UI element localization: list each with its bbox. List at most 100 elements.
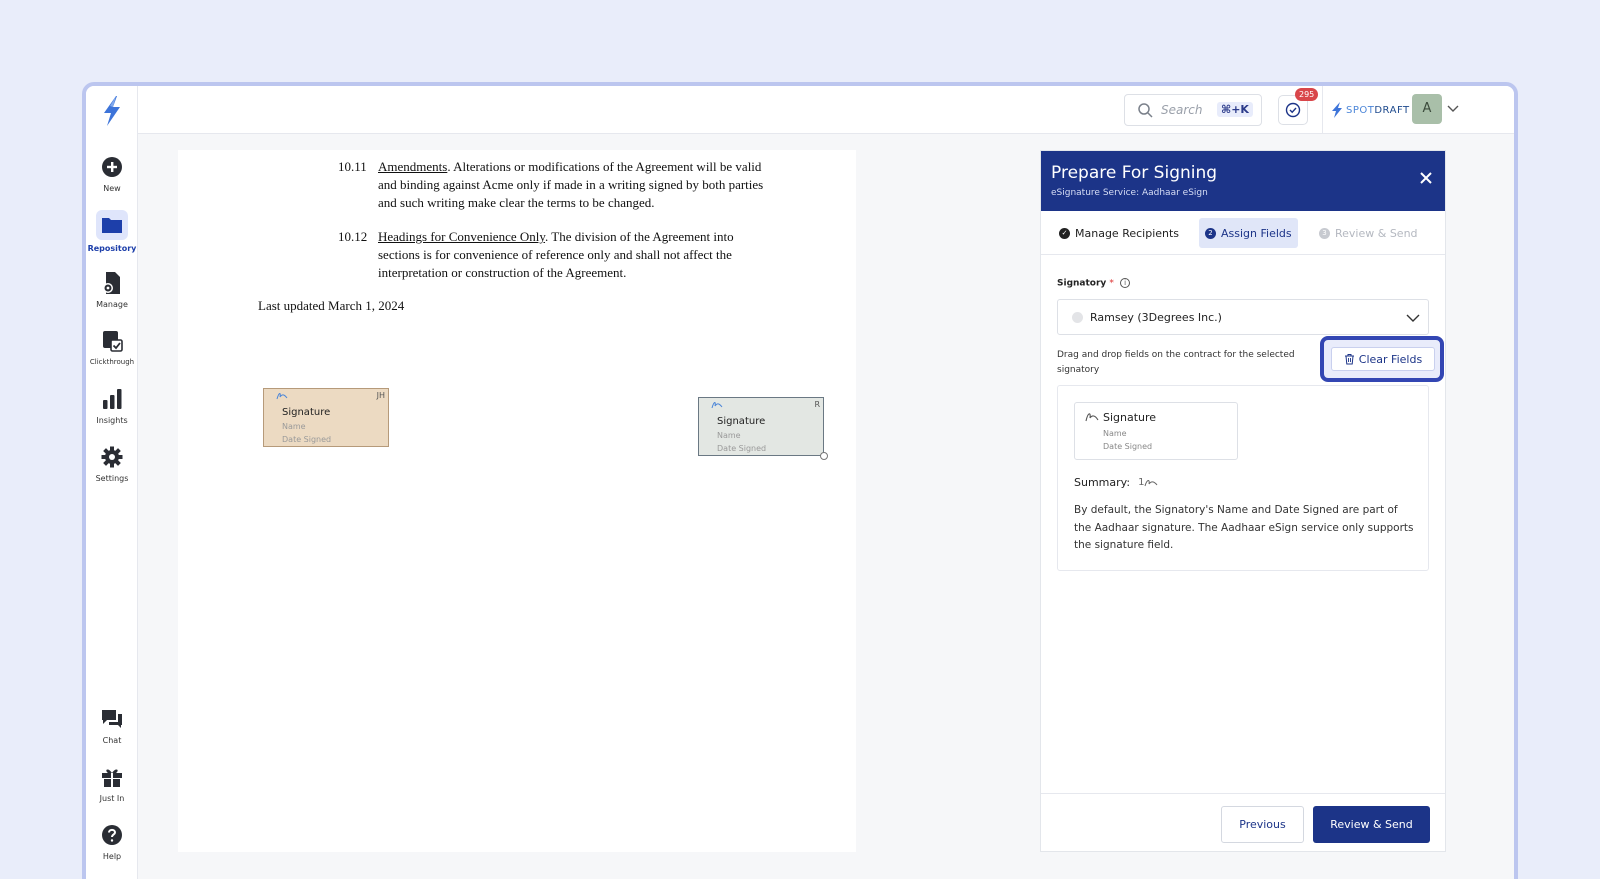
chat-bubbles-icon [102,710,122,728]
sidebar-item-label: Just In [99,794,125,803]
document-gear-icon [103,272,120,294]
signatory-value: Ramsey (3Degrees Inc.) [1090,311,1222,324]
tab-review-send[interactable]: 3 Review & Send [1313,218,1424,248]
gift-icon [102,769,122,787]
app-window: New Repository Manage Clickthrough Insig… [82,82,1518,879]
sidebar-item-manage[interactable]: Manage [86,270,138,309]
avatar[interactable]: A [1412,94,1442,124]
search-shortcut: ⌘+K [1217,102,1253,117]
trash-icon [1344,354,1354,365]
tab-label: Assign Fields [1221,226,1292,240]
signature-field-r[interactable]: R Signature Name Date Signed [698,397,828,460]
panel-title: Prepare For Signing [1051,163,1218,183]
brand-text-draft: DRAFT [1374,104,1410,116]
check-icon: ✓ [1059,227,1070,239]
panel-subtitle: eSignature Service: Aadhaar eSign [1051,188,1208,198]
step-tabs: ✓ Manage Recipients 2 Assign Fields 3 Re… [1041,211,1445,255]
sidebar-item-label: Clickthrough [89,358,135,366]
sidebar-item-label: Insights [96,416,128,425]
field-date-label: Date Signed [717,444,767,453]
signature-pen-icon [276,393,288,400]
field-name-label: Name [1103,429,1127,438]
sidebar-item-label: Settings [95,474,129,483]
sidebar-item-settings[interactable]: Settings [86,444,138,483]
drag-drop-hint: Drag and drop fields on the contract for… [1057,350,1295,375]
panel-footer: Previous Review & Send [1041,793,1445,851]
signature-pen-icon [1085,413,1099,422]
bar-chart-icon [103,389,122,409]
summary: Summary: 1 [1074,476,1158,489]
chevron-down-icon[interactable] [1446,102,1460,116]
plus-circle-icon [102,157,122,177]
close-icon[interactable] [1419,171,1433,185]
info-icon[interactable]: i [1120,278,1131,288]
sidebar-item-just-in[interactable]: Just In [86,764,138,803]
clause-heading: Amendments [378,159,448,174]
signature-pen-icon [711,402,723,409]
sidebar-item-label: Chat [102,736,122,745]
tasks-count-badge: 295 [1295,88,1319,101]
sidebar-item-chat[interactable]: Chat [86,706,138,745]
recipient-tag: R [814,400,820,409]
sidebar-item-insights[interactable]: Insights [86,386,138,425]
field-title: Signature [282,407,331,418]
signature-field-jh[interactable]: JH Signature Name Date Signed [263,388,389,447]
sidebar-item-clickthrough[interactable]: Clickthrough [86,328,138,366]
field-name-label: Name [717,431,741,440]
field-date-label: Date Signed [1103,442,1153,451]
brand-text-spot: SPOT [1346,104,1375,116]
check-circle-icon [1285,102,1301,118]
tab-assign-fields[interactable]: 2 Assign Fields [1199,218,1298,248]
sidebar-item-label: Manage [96,300,128,309]
chevron-down-icon [1406,314,1420,322]
checkbox-document-icon [103,331,123,352]
sidebar-item-label: Help [102,852,122,861]
field-title: Signature [717,416,766,427]
signatory-color-dot [1072,312,1083,323]
sidebar: New Repository Manage Clickthrough Insig… [86,86,138,879]
clear-fields-label: Clear Fields [1358,352,1423,366]
app-logo[interactable] [98,94,126,128]
top-bar: Search ⌘+K 295 SPOTDRAFT A [138,86,1514,134]
fields-card: Signature Name Date Signed Summary: 1 By… [1057,385,1429,571]
sidebar-item-label: New [103,184,121,193]
gear-icon [101,446,123,468]
sidebar-item-new[interactable]: New [86,154,138,193]
tab-label: Manage Recipients [1075,226,1180,240]
signatory-select[interactable]: Ramsey (3Degrees Inc.) [1057,299,1429,335]
help-icon [102,825,122,845]
tab-manage-recipients[interactable]: ✓ Manage Recipients [1053,218,1185,248]
signature-pen-icon [1144,479,1158,486]
summary-label: Summary: [1074,476,1131,489]
clause-heading: Headings for Convenience Only [378,229,546,244]
aadhaar-description: By default, the Signatory's Name and Dat… [1074,504,1414,551]
brand-logo: SPOTDRAFT [1330,100,1410,120]
field-name-label: Name [282,422,306,431]
review-send-button[interactable]: Review & Send [1313,806,1430,843]
previous-button[interactable]: Previous [1221,806,1304,843]
field-title: Signature [1103,411,1157,424]
required-marker: * [1109,278,1114,289]
sidebar-item-label: Repository [87,244,137,253]
sidebar-item-repository[interactable]: Repository [86,210,138,253]
sidebar-item-help[interactable]: Help [86,822,138,861]
divider [1322,86,1323,134]
panel-header: Prepare For Signing eSignature Service: … [1041,151,1445,211]
step-number: 3 [1319,227,1330,239]
field-date-label: Date Signed [282,435,332,444]
recipient-tag: JH [376,391,385,400]
resize-handle[interactable] [820,452,828,460]
search-icon [1138,103,1153,118]
brand-bolt-icon [1332,102,1342,118]
clause-number: 10.11 [338,159,367,174]
tab-label: Review & Send [1335,226,1418,240]
search-input[interactable]: Search ⌘+K [1124,94,1262,126]
folder-icon [102,218,122,233]
clear-fields-button[interactable]: Clear Fields [1331,347,1435,371]
step-number: 2 [1205,227,1216,239]
search-placeholder: Search [1161,103,1203,117]
prepare-signing-panel: Prepare For Signing eSignature Service: … [1040,150,1446,852]
signatory-label-text: Signatory [1057,278,1107,289]
clause-number: 10.12 [338,229,368,244]
draggable-signature-field[interactable]: Signature Name Date Signed [1074,402,1238,460]
